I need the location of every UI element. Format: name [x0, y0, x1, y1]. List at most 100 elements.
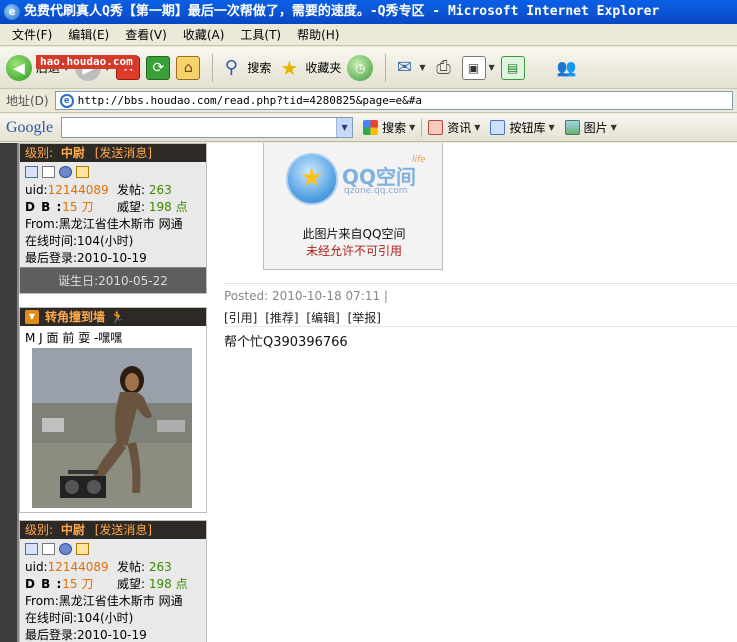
- from-row: From:黑龙江省佳木斯市 网通: [25, 594, 183, 608]
- profile-card-icon[interactable]: [25, 166, 38, 178]
- mail-icon: ✉: [396, 57, 412, 78]
- google-buttons-dropdown-icon[interactable]: ▼: [548, 123, 554, 132]
- google-images-button[interactable]: 图片 ▼: [564, 119, 617, 136]
- posts-value: 263: [148, 560, 172, 574]
- google-dropdown-icon[interactable]: ▼: [336, 118, 353, 137]
- collapse-icon[interactable]: ▼: [25, 310, 39, 324]
- corner-title: 转角撞到墙: [45, 310, 106, 324]
- uid-row: uid:12144089 发帖: 263: [25, 560, 172, 574]
- rank-bar: 级别: 中尉 [发送消息]: [20, 144, 206, 162]
- prestige-value: 198 点: [148, 577, 188, 591]
- edit-link[interactable]: [编辑]: [306, 311, 339, 325]
- mail-dropdown-icon[interactable]: ▼: [419, 63, 425, 72]
- search-label: 搜索: [247, 61, 272, 75]
- edit-dropdown-icon[interactable]: ▼: [489, 63, 495, 72]
- menu-file[interactable]: 文件(F): [4, 24, 60, 46]
- address-url: http://bbs.houdao.com/read.php?tid=42808…: [77, 94, 422, 107]
- printer-icon: ⎙: [436, 57, 451, 78]
- refresh-icon: ⟳: [146, 55, 171, 80]
- ie-icon: e: [4, 4, 20, 20]
- posts-icon[interactable]: [42, 543, 55, 555]
- dancing-gif-image: [32, 348, 192, 508]
- window-title: 免费代刷真人Q秀【第一期】最后一次帮做了，需要的速度。-Q秀专区 - Micro…: [24, 4, 660, 19]
- page-left-border: [0, 143, 17, 642]
- google-search-input[interactable]: ▼: [61, 117, 354, 138]
- google-news-button[interactable]: 资讯 ▼: [428, 119, 480, 136]
- birthday-bar: 诞生日:2010-05-22: [20, 267, 206, 293]
- home-button[interactable]: ⌂: [176, 51, 201, 85]
- message-icon[interactable]: [76, 543, 89, 555]
- google-buttons-button[interactable]: 按钮库 ▼: [490, 119, 555, 136]
- favorites-button[interactable]: ★ 收藏夹: [277, 51, 341, 85]
- discuss-button[interactable]: ▤: [500, 51, 525, 85]
- menu-view[interactable]: 查看(V): [117, 24, 175, 46]
- google-news-label: 资讯: [447, 121, 472, 135]
- post-actions: [引用] [推荐] [编辑] [举报]: [224, 309, 385, 326]
- address-label: 地址(D): [6, 94, 49, 108]
- profile-icons: [20, 539, 206, 559]
- actions-divider: [224, 326, 737, 327]
- qq-domain: qzone.qq.com: [344, 186, 408, 196]
- messenger-button[interactable]: 👥: [555, 51, 579, 85]
- menu-edit[interactable]: 编辑(E): [60, 24, 117, 46]
- post-body: 帮个忙Q390396766: [224, 335, 348, 350]
- image-icon: [564, 120, 580, 135]
- db-value: 15 刀: [62, 200, 94, 214]
- online-time-row: 在线时间:104(小时): [25, 611, 134, 625]
- google-images-dropdown-icon[interactable]: ▼: [611, 123, 617, 132]
- mail-button[interactable]: ✉ ▼: [392, 51, 426, 85]
- db-row: D B :15 刀 威望: 198 点: [25, 577, 188, 591]
- db-row: D B :15 刀 威望: 198 点: [25, 200, 188, 214]
- online-time-row: 在线时间:104(小时): [25, 234, 134, 248]
- report-link[interactable]: [举报]: [348, 311, 381, 325]
- search-button[interactable]: ⚲ 搜索: [219, 51, 272, 85]
- google-search-button[interactable]: 搜索 ▼: [363, 119, 415, 136]
- google-search-dropdown-icon[interactable]: ▼: [409, 123, 415, 132]
- uid-value: 12144089: [47, 183, 109, 197]
- menu-tools[interactable]: 工具(T): [232, 24, 289, 46]
- db-value: 15 刀: [62, 577, 94, 591]
- recommend-link[interactable]: [推荐]: [265, 311, 298, 325]
- window-titlebar: e 免费代刷真人Q秀【第一期】最后一次帮做了，需要的速度。-Q秀专区 - Mic…: [0, 0, 737, 24]
- google-logo: Google: [6, 118, 54, 136]
- news-icon: [428, 120, 444, 135]
- add-friend-icon[interactable]: [59, 543, 72, 555]
- last-login-row: 最后登录:2010-10-19: [25, 628, 147, 642]
- refresh-button[interactable]: ⟳: [146, 51, 171, 85]
- qq-notice-warning: 未经允许不可引用: [305, 244, 402, 258]
- last-login-row: 最后登录:2010-10-19: [25, 251, 147, 265]
- posts-icon[interactable]: [42, 166, 55, 178]
- history-button[interactable]: ◷: [347, 51, 374, 85]
- menu-help[interactable]: 帮助(H): [289, 24, 347, 46]
- edit-button[interactable]: ▣ ▼: [461, 51, 495, 85]
- history-icon: ◷: [347, 54, 374, 81]
- message-icon[interactable]: [76, 166, 89, 178]
- add-button-icon: [490, 120, 506, 135]
- discuss-icon: ▤: [500, 55, 525, 80]
- corner-text: M J 面 前 耍 -嘿嘿: [25, 331, 123, 345]
- favorites-label: 收藏夹: [305, 61, 342, 75]
- profile-card-icon[interactable]: [25, 543, 38, 555]
- corner-wall-section: ▼ 转角撞到墙 🏃 M J 面 前 耍 -嘿嘿: [19, 307, 207, 513]
- watermark-url: hao.houdao.com: [36, 55, 137, 69]
- rank-bar: 级别: 中尉 [发送消息]: [20, 521, 206, 539]
- google-news-dropdown-icon[interactable]: ▼: [474, 123, 480, 132]
- qq-space-image-placeholder: ★ QQ空间 life qzone.qq.com 此图片来自QQ空间 未经允许不…: [263, 143, 443, 270]
- edit-page-icon: ▣: [461, 55, 486, 80]
- address-bar: 地址(D) e http://bbs.houdao.com/read.php?t…: [0, 89, 737, 113]
- rank-value: 中尉: [60, 146, 85, 160]
- google-buttons-label: 按钮库: [509, 121, 546, 135]
- user-profile-card: 级别: 中尉 [发送消息] uid:12144089 发帖: 263 D B :…: [19, 143, 207, 294]
- qq-star-logo-icon: ★: [286, 153, 338, 205]
- send-message-link[interactable]: [发送消息]: [95, 146, 152, 160]
- add-friend-icon[interactable]: [59, 166, 72, 178]
- search-icon: ⚲: [224, 57, 238, 78]
- corner-header: ▼ 转角撞到墙 🏃: [20, 308, 206, 326]
- address-input[interactable]: e http://bbs.houdao.com/read.php?tid=428…: [54, 91, 733, 110]
- prestige-value: 198 点: [148, 200, 188, 214]
- quote-link[interactable]: [引用]: [224, 311, 257, 325]
- print-button[interactable]: ⎙: [432, 51, 456, 85]
- rank-value: 中尉: [60, 523, 85, 537]
- menu-favorites[interactable]: 收藏(A): [175, 24, 233, 46]
- send-message-link[interactable]: [发送消息]: [95, 523, 152, 537]
